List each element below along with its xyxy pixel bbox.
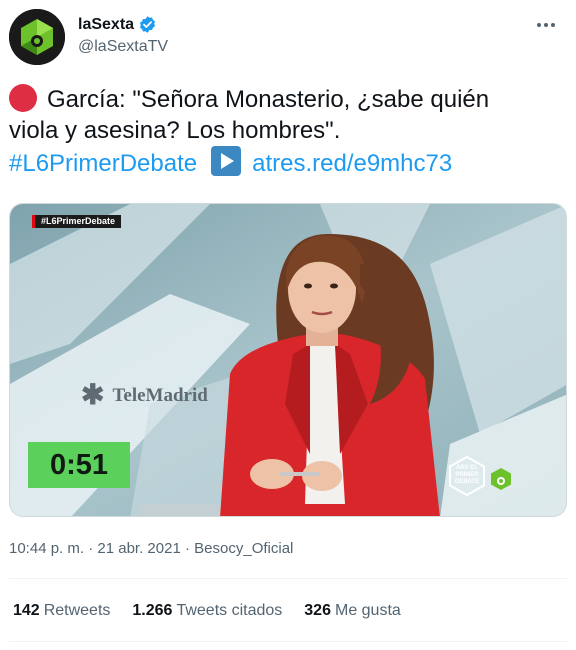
tweet-source[interactable]: Besocy_Oficial	[194, 540, 293, 557]
divider	[9, 578, 567, 579]
star-logo-icon: ✱	[81, 380, 105, 411]
video-thumbnail[interactable]: #L6PrimerDebate ✱ TeleMadrid 0:51 ARV EL…	[9, 203, 567, 517]
likes-label: Me gusta	[334, 602, 401, 619]
video-overlay-hashtag: #L6PrimerDebate	[32, 215, 122, 228]
lasexta-logo-icon	[9, 9, 65, 65]
tweet-meta: 10:44 p. m. · 21 abr. 2021 · Besocy_Ofic…	[9, 540, 293, 557]
quotes-count: 1.266	[132, 602, 173, 619]
broadcaster-logo: ✱ TeleMadrid	[81, 382, 208, 410]
likes-count: 326	[304, 602, 331, 619]
more-options-icon[interactable]	[529, 11, 563, 39]
debate-badge-text: ARV EL PRIMER DEBATE	[454, 465, 480, 485]
tweet-text-line-1: García: "Señora Monasterio, ¿sabe quién	[47, 86, 490, 113]
tweet-header: laSexta @laSextaTV	[9, 9, 567, 65]
retweets-label: Retweets	[43, 602, 111, 619]
url-link[interactable]: atres.red/e9mhc73	[252, 150, 452, 177]
quotes-stat[interactable]: 1.266 Tweets citados	[132, 602, 282, 620]
retweets-count: 142	[13, 602, 40, 619]
tweet-time[interactable]: 10:44 p. m.	[9, 540, 84, 557]
tweet-stats: 142 Retweets 1.266 Tweets citados 326 Me gu…	[13, 602, 401, 620]
debate-badge: ARV EL PRIMER DEBATE	[447, 456, 487, 496]
meta-separator: ·	[88, 540, 94, 557]
debate-timer: 0:51	[28, 442, 130, 488]
author-display-name[interactable]: laSexta	[78, 16, 134, 34]
play-button-emoji-icon	[211, 146, 242, 176]
lasexta-mini-logo-icon	[491, 468, 511, 490]
avatar[interactable]	[9, 9, 65, 65]
quotes-label: Tweets citados	[176, 602, 283, 619]
hashtag-link[interactable]: #L6PrimerDebate	[9, 150, 197, 177]
author-handle[interactable]: @laSextaTV	[78, 38, 168, 56]
verified-badge-icon	[140, 16, 156, 33]
likes-stat[interactable]: 326 Me gusta	[304, 602, 401, 620]
red-circle-emoji-icon	[9, 84, 37, 112]
divider	[9, 641, 567, 642]
broadcaster-name: TeleMadrid	[112, 385, 208, 406]
tweet-text: García: "Señora Monasterio, ¿sabe quién …	[9, 84, 567, 179]
meta-separator: ·	[184, 540, 190, 557]
tweet-date[interactable]: 21 abr. 2021	[97, 540, 180, 557]
retweets-stat[interactable]: 142 Retweets	[13, 602, 110, 620]
tweet-text-line-2: viola y asesina? Los hombres".	[9, 117, 341, 144]
